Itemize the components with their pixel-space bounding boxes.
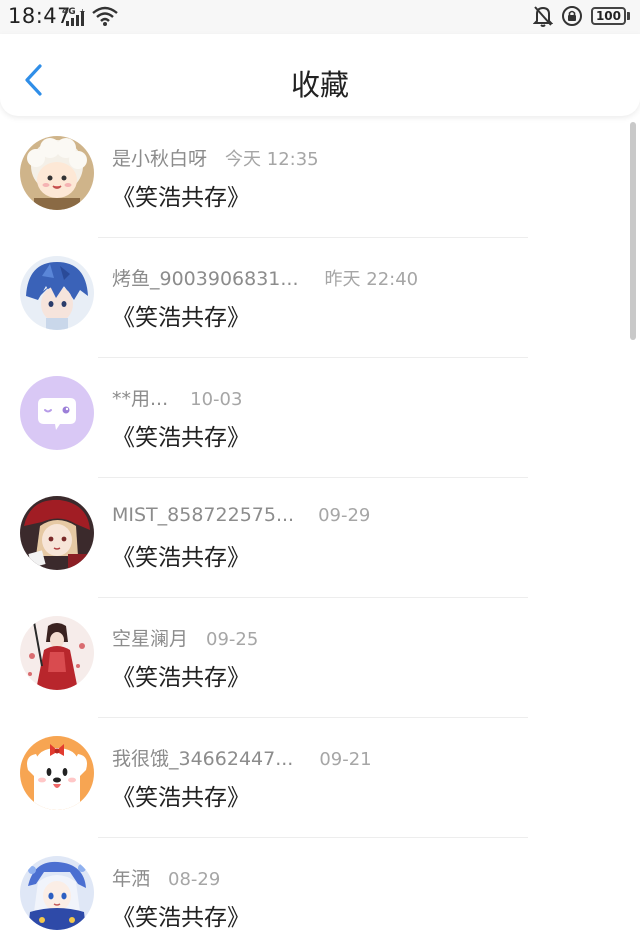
red-hat-avatar[interactable] [20, 496, 94, 570]
item-meta: 空星澜月 09-25 [112, 624, 258, 651]
item-meta: 我很饿_34662447... 09-21 [112, 744, 372, 771]
timestamp: 09-29 [318, 505, 371, 526]
sheep-avatar[interactable] [20, 136, 94, 210]
item-content[interactable]: 《笑浩共存》 [112, 898, 250, 932]
page-title: 收藏 [290, 68, 349, 102]
battery-level: 100 [590, 7, 626, 25]
list-item[interactable]: 空星澜月 09-25 《笑浩共存》 [0, 598, 640, 718]
user-name[interactable]: 年洒 [112, 864, 150, 891]
timestamp: 10-03 [190, 389, 243, 410]
svg-text:4G: 4G [62, 7, 76, 17]
item-content[interactable]: 《笑浩共存》 [112, 178, 250, 212]
rotation-lock-icon [561, 6, 582, 26]
item-content[interactable]: 《笑浩共存》 [112, 418, 250, 452]
status-right-icons: 100 [532, 5, 630, 27]
timestamp: 09-25 [206, 629, 259, 650]
user-name[interactable]: 我很饿_34662447... [112, 744, 293, 771]
wifi-icon [92, 6, 118, 26]
red-dress-avatar[interactable] [20, 616, 94, 690]
bell-muted-icon [532, 6, 553, 27]
timestamp: 今天 12:35 [225, 149, 319, 170]
user-name[interactable]: 是小秋白呀 [112, 144, 207, 171]
status-left-icons: 4G + [62, 5, 118, 27]
user-name[interactable]: **用... [112, 384, 168, 411]
scrollbar[interactable] [630, 122, 636, 340]
item-content[interactable]: 《笑浩共存》 [112, 298, 250, 332]
list-item[interactable]: **用... 10-03 《笑浩共存》 [0, 358, 640, 478]
status-bar: 18:47 4G + 100 [0, 0, 640, 34]
user-name[interactable]: 空星澜月 [112, 624, 188, 651]
list-item[interactable]: MIST_858722575... 09-29 《笑浩共存》 [0, 478, 640, 598]
favorites-list[interactable]: 是小秋白呀 今天 12:35 《笑浩共存》 烤鱼_9003906831... 昨… [0, 118, 640, 946]
item-meta: MIST_858722575... 09-29 [112, 504, 370, 526]
item-meta: 是小秋白呀 今天 12:35 [112, 144, 319, 171]
signal-4g-icon: 4G + [62, 7, 86, 26]
item-content[interactable]: 《笑浩共存》 [112, 778, 250, 812]
item-meta: 烤鱼_9003906831... 昨天 22:40 [112, 264, 418, 291]
list-item[interactable]: 是小秋白呀 今天 12:35 《笑浩共存》 [0, 118, 640, 238]
header-bar: 收藏 [0, 34, 640, 116]
list-item[interactable]: 烤鱼_9003906831... 昨天 22:40 《笑浩共存》 [0, 238, 640, 358]
user-name[interactable]: 烤鱼_9003906831... [112, 264, 299, 291]
timestamp: 08-29 [168, 869, 221, 890]
blue-costume-avatar[interactable] [20, 856, 94, 930]
timestamp: 09-21 [319, 749, 372, 770]
item-content[interactable]: 《笑浩共存》 [112, 538, 250, 572]
list-item[interactable]: 我很饿_34662447... 09-21 《笑浩共存》 [0, 718, 640, 838]
item-meta: **用... 10-03 [112, 384, 242, 411]
purple-chat-avatar[interactable] [20, 376, 94, 450]
list-item[interactable]: 年洒 08-29 《笑浩共存》 [0, 838, 640, 946]
timestamp: 昨天 22:40 [324, 269, 419, 290]
white-puppy-avatar[interactable] [20, 736, 94, 810]
item-content[interactable]: 《笑浩共存》 [112, 658, 250, 692]
user-name[interactable]: MIST_858722575... [112, 504, 294, 526]
item-meta: 年洒 08-29 [112, 864, 220, 891]
battery-indicator: 100 [590, 7, 630, 25]
blue-hair-avatar[interactable] [20, 256, 94, 330]
